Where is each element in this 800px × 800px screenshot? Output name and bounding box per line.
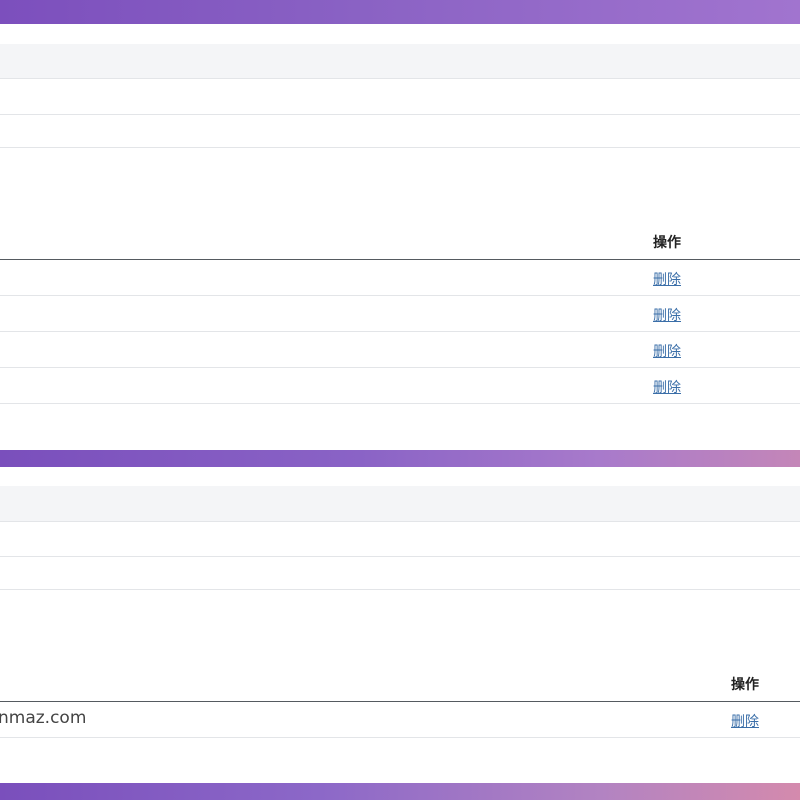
list-table-header: 操作: [0, 666, 800, 702]
delete-link[interactable]: 删除: [653, 341, 681, 361]
info-table-header: [0, 44, 800, 79]
section-banner-middle: [0, 450, 800, 467]
section-banner-bottom: [0, 783, 800, 800]
column-header-actions: 操作: [731, 677, 759, 693]
list-table-header: 操作: [0, 224, 800, 260]
row-domain-text: nmaz.com: [0, 708, 87, 728]
delete-link[interactable]: 删除: [653, 305, 681, 325]
info-table-row: [0, 115, 800, 148]
delete-link[interactable]: 删除: [653, 377, 681, 397]
delete-link[interactable]: 删除: [653, 269, 681, 289]
delete-link[interactable]: 删除: [731, 711, 759, 731]
info-table-row: [0, 557, 800, 590]
info-table-row: [0, 79, 800, 115]
info-table-1: [0, 44, 800, 148]
table-row: 删除: [0, 296, 800, 332]
table-row: nmaz.com 删除: [0, 702, 800, 738]
section-banner-top: [0, 0, 800, 24]
list-table-1: 操作 删除 删除 删除 删除: [0, 224, 800, 404]
list-table-2: 操作 nmaz.com 删除: [0, 666, 800, 738]
info-table-2: [0, 486, 800, 590]
page-canvas: 操作 删除 删除 删除 删除 操作 nmaz.com 删除: [0, 0, 800, 800]
info-table-header: [0, 486, 800, 522]
table-row: 删除: [0, 368, 800, 404]
table-row: 删除: [0, 332, 800, 368]
table-row: 删除: [0, 260, 800, 296]
info-table-row: [0, 522, 800, 557]
column-header-actions: 操作: [653, 235, 681, 251]
